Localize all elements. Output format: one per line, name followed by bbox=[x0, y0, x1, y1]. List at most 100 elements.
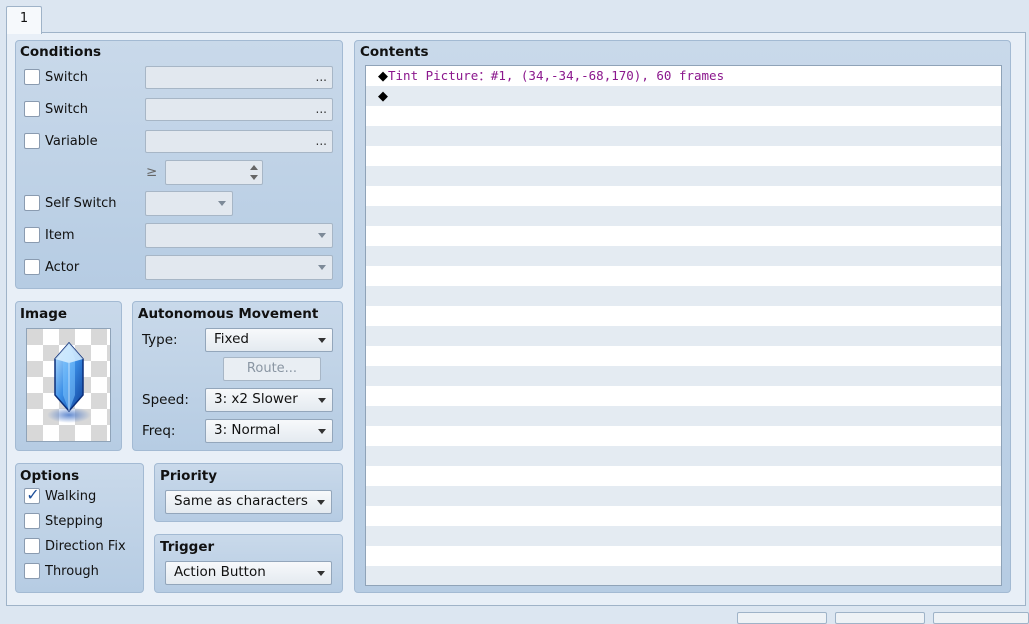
list-row bbox=[366, 286, 1001, 306]
chevron-down-icon bbox=[318, 338, 326, 343]
tab-1[interactable]: 1 bbox=[6, 6, 42, 34]
movement-type-select[interactable]: Fixed bbox=[205, 328, 333, 352]
crystal-icon bbox=[27, 329, 110, 441]
movement-freq-select[interactable]: 3: Normal bbox=[205, 419, 333, 443]
movement-speed-value: 3: x2 Slower bbox=[214, 391, 298, 407]
list-row bbox=[366, 486, 1001, 506]
route-button[interactable]: Route... bbox=[223, 357, 321, 381]
condition-variable-field: ... bbox=[145, 130, 333, 153]
list-row bbox=[366, 166, 1001, 186]
condition-switch2-label: Switch bbox=[45, 101, 88, 117]
option-stepping-row: Stepping bbox=[24, 513, 103, 529]
condition-variable-label: Variable bbox=[45, 133, 98, 149]
option-direction-fix-label: Direction Fix bbox=[45, 538, 126, 554]
cancel-button[interactable] bbox=[835, 612, 925, 624]
condition-self-switch-label: Self Switch bbox=[45, 195, 117, 211]
command-text: Tint Picture：#1, (34,-34,-68,170), 60 fr… bbox=[388, 68, 725, 83]
condition-variable-checkbox[interactable] bbox=[24, 133, 40, 149]
list-row bbox=[366, 206, 1001, 226]
list-row bbox=[366, 466, 1001, 486]
condition-item-select bbox=[145, 223, 333, 248]
option-walking-row: ✓ Walking bbox=[24, 485, 96, 504]
contents-list[interactable]: ◆Tint Picture：#1, (34,-34,-68,170), 60 f… bbox=[365, 65, 1002, 586]
contents-title: Contents bbox=[360, 44, 429, 60]
condition-switch2-field: ... bbox=[145, 98, 333, 121]
list-row bbox=[366, 426, 1001, 446]
list-row bbox=[366, 106, 1001, 126]
list-row bbox=[366, 446, 1001, 466]
apply-button[interactable] bbox=[933, 612, 1029, 624]
condition-switch1-label: Switch bbox=[45, 69, 88, 85]
condition-switch2-ellipsis: ... bbox=[315, 102, 327, 116]
chevron-down-icon bbox=[317, 500, 325, 505]
chevron-down-icon bbox=[218, 201, 226, 206]
condition-switch1-ellipsis: ... bbox=[315, 70, 327, 84]
movement-type-label: Type: bbox=[142, 332, 178, 348]
movement-freq-value: 3: Normal bbox=[214, 422, 281, 438]
option-stepping-label: Stepping bbox=[45, 513, 103, 529]
condition-switch1-field: ... bbox=[145, 66, 333, 89]
condition-switch2-row: Switch bbox=[24, 101, 88, 117]
event-image[interactable] bbox=[26, 328, 111, 442]
chevron-down-icon bbox=[318, 265, 326, 270]
checkmark-icon: ✓ bbox=[26, 485, 40, 504]
option-direction-fix-row: Direction Fix bbox=[24, 538, 126, 554]
priority-title: Priority bbox=[160, 468, 217, 484]
list-row bbox=[366, 526, 1001, 546]
list-row bbox=[366, 566, 1001, 585]
chevron-down-icon bbox=[318, 233, 326, 238]
option-through-label: Through bbox=[45, 563, 99, 579]
priority-value: Same as characters bbox=[174, 493, 308, 509]
spinner-up-icon bbox=[250, 165, 258, 170]
condition-actor-row: Actor bbox=[24, 259, 79, 275]
option-through-checkbox[interactable] bbox=[24, 563, 40, 579]
condition-item-checkbox[interactable] bbox=[24, 227, 40, 243]
list-row bbox=[366, 126, 1001, 146]
trigger-value: Action Button bbox=[174, 564, 266, 580]
condition-self-switch-checkbox[interactable] bbox=[24, 195, 40, 211]
chevron-down-icon bbox=[318, 398, 326, 403]
condition-switch2-checkbox[interactable] bbox=[24, 101, 40, 117]
movement-speed-select[interactable]: 3: x2 Slower bbox=[205, 388, 333, 412]
condition-switch1-checkbox[interactable] bbox=[24, 69, 40, 85]
list-row bbox=[366, 366, 1001, 386]
condition-item-row: Item bbox=[24, 227, 75, 243]
list-row bbox=[366, 306, 1001, 326]
list-row bbox=[366, 186, 1001, 206]
image-title: Image bbox=[20, 306, 68, 322]
autonomous-movement-title: Autonomous Movement bbox=[138, 306, 319, 322]
movement-freq-label: Freq: bbox=[142, 423, 176, 439]
condition-self-switch-select bbox=[145, 191, 233, 216]
option-walking-checkbox[interactable]: ✓ bbox=[24, 485, 40, 504]
command-line-1[interactable]: ◆Tint Picture：#1, (34,-34,-68,170), 60 f… bbox=[378, 66, 724, 87]
condition-variable-ellipsis: ... bbox=[315, 134, 327, 148]
diamond-icon: ◆ bbox=[378, 69, 388, 84]
option-stepping-checkbox[interactable] bbox=[24, 513, 40, 529]
chevron-down-icon bbox=[317, 571, 325, 576]
priority-select[interactable]: Same as characters bbox=[165, 490, 332, 514]
trigger-select[interactable]: Action Button bbox=[165, 561, 332, 585]
list-row bbox=[366, 86, 1001, 106]
list-row bbox=[366, 326, 1001, 346]
options-title: Options bbox=[20, 468, 80, 484]
movement-type-value: Fixed bbox=[214, 331, 249, 347]
condition-switch1-row: Switch bbox=[24, 69, 88, 85]
list-row bbox=[366, 346, 1001, 366]
condition-item-label: Item bbox=[45, 227, 75, 243]
conditions-title: Conditions bbox=[20, 44, 102, 60]
list-row bbox=[366, 246, 1001, 266]
list-row bbox=[366, 386, 1001, 406]
condition-actor-checkbox[interactable] bbox=[24, 259, 40, 275]
list-row bbox=[366, 226, 1001, 246]
chevron-down-icon bbox=[318, 429, 326, 434]
command-line-2[interactable]: ◆ bbox=[378, 86, 388, 107]
list-row bbox=[366, 266, 1001, 286]
option-through-row: Through bbox=[24, 563, 99, 579]
condition-variable-row: Variable bbox=[24, 133, 98, 149]
list-row bbox=[366, 546, 1001, 566]
diamond-icon: ◆ bbox=[378, 89, 388, 104]
option-direction-fix-checkbox[interactable] bbox=[24, 538, 40, 554]
ge-symbol: ≥ bbox=[146, 164, 158, 180]
ok-button[interactable] bbox=[737, 612, 827, 624]
condition-variable-value-spinner bbox=[165, 160, 263, 185]
